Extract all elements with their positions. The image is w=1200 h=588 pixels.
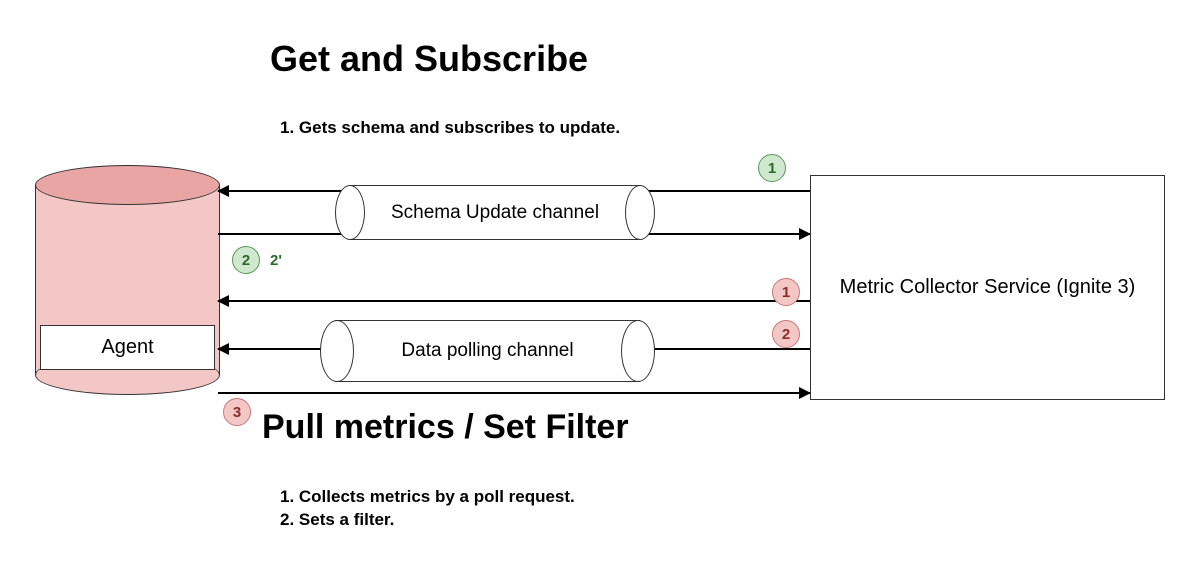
service-label: Metric Collector Service (Ignite 3)	[840, 276, 1136, 299]
agent-label-box: Agent	[40, 325, 215, 370]
schema-channel-label: Schema Update channel	[335, 202, 655, 224]
top-title: Get and Subscribe	[270, 38, 588, 80]
diagram-canvas: Get and Subscribe 1. Gets schema and sub…	[0, 0, 1200, 588]
schema-channel: Schema Update channel	[335, 185, 655, 240]
step-green-1: 1	[758, 154, 786, 182]
data-channel: Data polling channel	[320, 320, 655, 382]
bottom-title: Pull metrics / Set Filter	[262, 408, 629, 447]
bottom-item-2: 2. Sets a filter.	[280, 510, 394, 530]
agent-label: Agent	[101, 336, 153, 359]
step-red-3: 3	[223, 398, 251, 426]
service-box: Metric Collector Service (Ignite 3)	[810, 175, 1165, 400]
step-green-2p: 2'	[270, 252, 282, 269]
top-subtitle: 1. Gets schema and subscribes to update.	[280, 118, 620, 138]
step-red-2: 2	[772, 320, 800, 348]
bottom-item-1: 1. Collects metrics by a poll request.	[280, 487, 575, 507]
step-red-1: 1	[772, 278, 800, 306]
arrow-data-1	[218, 300, 810, 302]
step-green-2: 2	[232, 246, 260, 274]
data-channel-label: Data polling channel	[320, 340, 655, 362]
arrow-data-3	[218, 392, 810, 394]
